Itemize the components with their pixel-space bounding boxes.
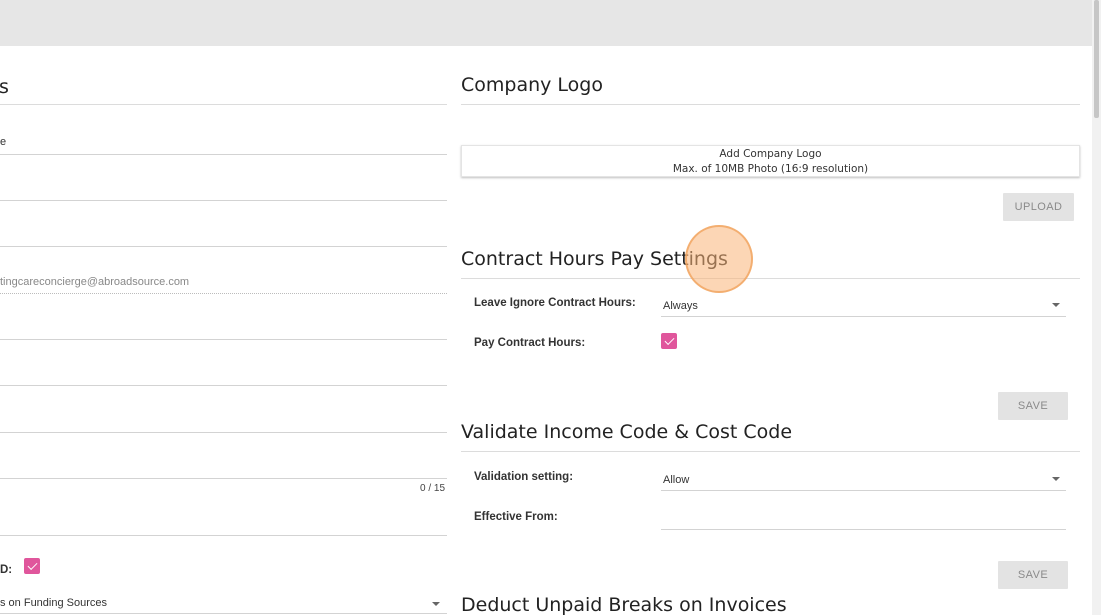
funding-select-underline [0,613,447,614]
email-field-underline [0,293,447,294]
left-checkbox-label: D: [0,564,13,576]
leave-ignore-label: Leave Ignore Contract Hours: [474,297,636,309]
char-counter: 0 / 15 [420,483,446,494]
left-section-divider [0,104,447,105]
add-logo-dropzone[interactable]: Add Company Logo Max. of 10MB Photo (16:… [461,145,1080,177]
left-checkbox[interactable] [24,558,40,574]
leave-ignore-underline [661,316,1066,317]
text-field-7[interactable] [0,432,447,433]
deduct-breaks-title: Deduct Unpaid Breaks on Invoices [461,594,787,615]
validation-setting-underline [661,490,1066,491]
effective-from-input[interactable] [661,529,1066,530]
chevron-down-icon[interactable] [432,602,440,606]
contract-hours-divider [461,278,1080,279]
validation-setting-label: Validation setting: [474,471,574,483]
pay-contract-checkbox[interactable] [661,333,677,349]
click-indicator [685,225,753,293]
leave-ignore-select[interactable]: Always [663,300,698,312]
page-scrollbar[interactable] [1092,0,1101,615]
text-field-2[interactable] [0,200,447,201]
logo-size-hint: Max. of 10MB Photo (16:9 resolution) [672,163,869,175]
validation-setting-select[interactable]: Allow [663,474,689,486]
add-logo-label: Add Company Logo [719,148,822,160]
company-logo-divider [461,104,1080,105]
funding-select[interactable]: s on Funding Sources [0,597,107,609]
top-bar [0,0,1092,46]
text-field-8[interactable] [0,478,447,479]
text-field-6[interactable] [0,385,447,386]
text-field-3[interactable] [0,246,447,247]
validate-title: Validate Income Code & Cost Code [461,421,793,443]
upload-button[interactable]: UPLOAD [1003,193,1074,221]
text-field-9[interactable] [0,535,447,536]
text-field-5[interactable] [0,339,447,340]
company-logo-title: Company Logo [461,74,603,96]
first-field-value: e [0,136,7,148]
scrollbar-thumb[interactable] [1094,0,1099,118]
contract-save-button[interactable]: SAVE [998,392,1068,420]
text-field-1[interactable] [0,154,447,155]
validate-save-button[interactable]: SAVE [998,561,1068,589]
effective-from-label: Effective From: [474,511,558,523]
validate-divider [461,451,1080,452]
chevron-down-icon[interactable] [1052,303,1060,307]
pay-contract-label: Pay Contract Hours: [474,337,586,349]
chevron-down-icon[interactable] [1052,477,1060,481]
email-field[interactable]: tingcareconcierge@abroadsource.com [0,276,189,288]
left-section-title: s [0,76,9,98]
